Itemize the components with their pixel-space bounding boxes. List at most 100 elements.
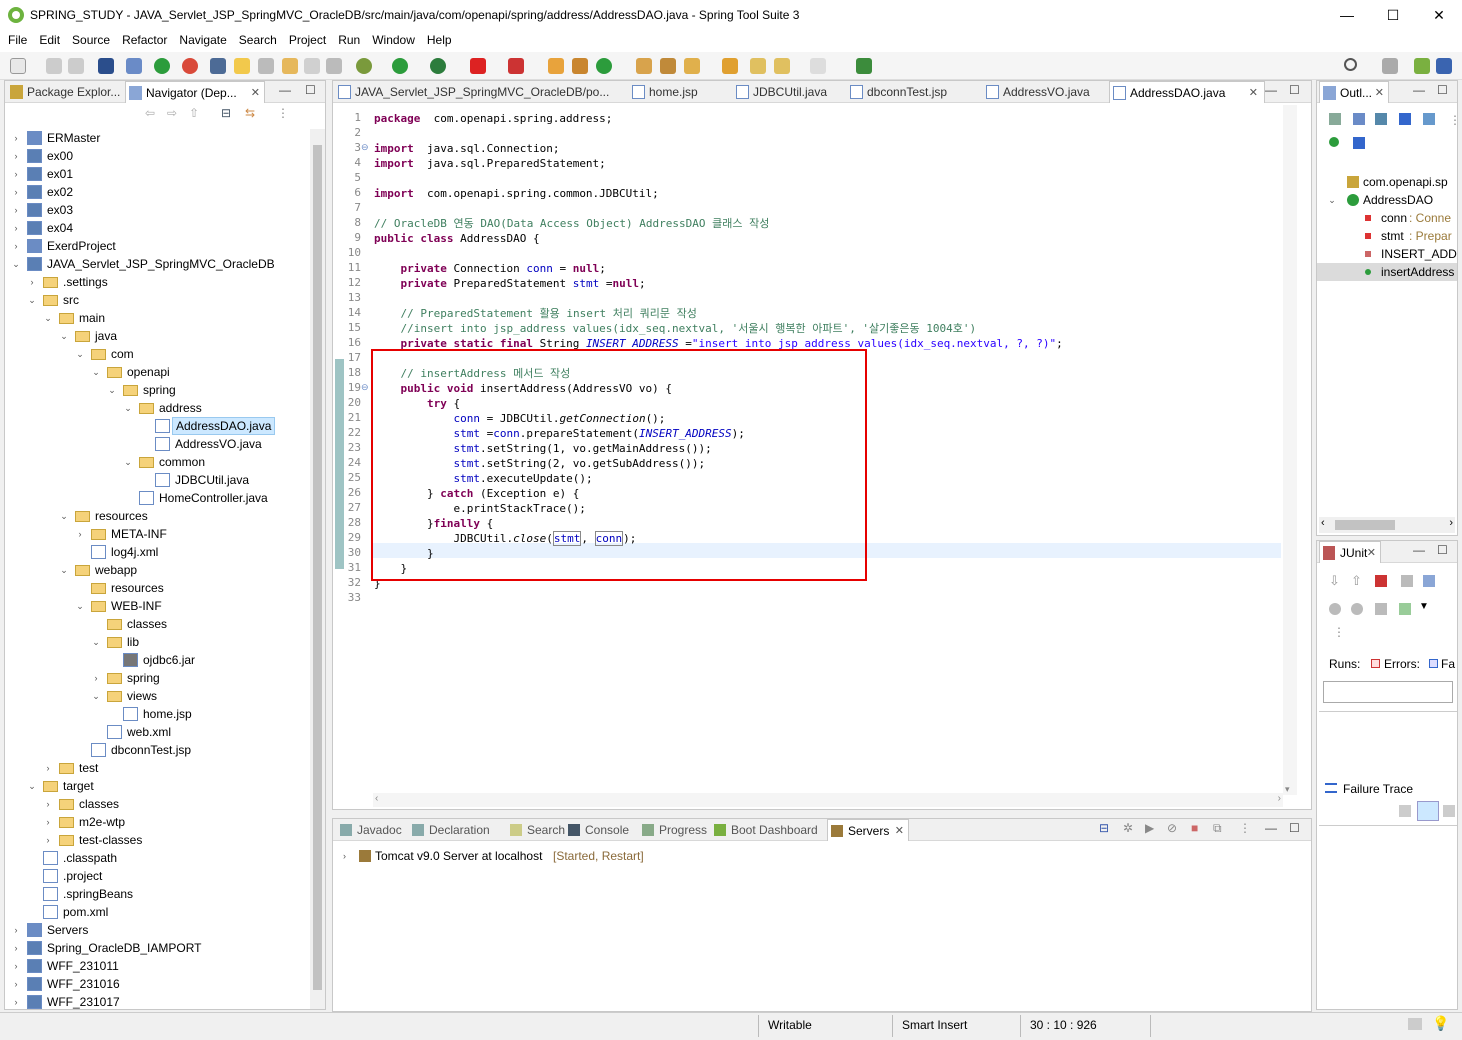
tree-item[interactable]: › WFF_231017: [5, 993, 309, 1009]
code-line[interactable]: // PreparedStatement 활용 insert 처리 쿼리문 작성: [374, 306, 696, 321]
tree-item[interactable]: › test: [5, 759, 309, 777]
view-menu-icon[interactable]: ⋮: [1333, 625, 1345, 639]
tree-item[interactable]: .project: [5, 867, 309, 885]
link-editor-icon[interactable]: [1353, 137, 1365, 149]
tree-item[interactable]: ojdbc6.jar: [5, 651, 309, 669]
annotation-icon[interactable]: [258, 58, 274, 74]
search-icon[interactable]: [1344, 58, 1357, 71]
outline-item[interactable]: insertAddress: [1317, 263, 1457, 281]
tree-item[interactable]: dbconnTest.jsp: [5, 741, 309, 759]
stop-server-icon[interactable]: ■: [1191, 821, 1198, 835]
tree-item[interactable]: › spring: [5, 669, 309, 687]
tree-item[interactable]: .springBeans: [5, 885, 309, 903]
tree-item[interactable]: home.jsp: [5, 705, 309, 723]
tree-item[interactable]: ⌄ main: [5, 309, 309, 327]
maximize-view-icon[interactable]: ☐: [1437, 83, 1448, 97]
editor-horizontal-scrollbar[interactable]: ‹ ›: [373, 793, 1283, 807]
tree-item[interactable]: › ERMaster: [5, 129, 309, 147]
tree-item[interactable]: ⌄ target: [5, 777, 309, 795]
tree-item[interactable]: .classpath: [5, 849, 309, 867]
tree-item[interactable]: › ex02: [5, 183, 309, 201]
outline-item[interactable]: com.openapi.sp: [1317, 173, 1457, 191]
run-icon[interactable]: [392, 58, 408, 74]
editor-tab[interactable]: home.jsp: [629, 81, 729, 103]
menu-window[interactable]: Window: [364, 30, 419, 47]
expand-arrow-icon[interactable]: ›: [11, 129, 21, 147]
tree-item[interactable]: ⌄ resources: [5, 507, 309, 525]
open-perspective-icon[interactable]: [1382, 58, 1398, 74]
tree-item[interactable]: ⌄ common: [5, 453, 309, 471]
maximize-button[interactable]: ☐: [1370, 0, 1416, 30]
sort-icon[interactable]: [1375, 113, 1387, 125]
show-whitespace-icon[interactable]: [326, 58, 342, 74]
publish-icon[interactable]: ⧉: [1213, 821, 1222, 836]
minimize-editor-icon[interactable]: —: [1265, 83, 1277, 97]
close-tab-icon[interactable]: ✕: [1367, 542, 1376, 564]
outline-scrollbar[interactable]: ‹ ›: [1319, 517, 1455, 533]
outline-item[interactable]: INSERT_ADD: [1317, 245, 1457, 263]
tree-item[interactable]: resources: [5, 579, 309, 597]
collapse-all-icon[interactable]: ⊟: [221, 106, 231, 120]
new-icon[interactable]: [10, 58, 26, 74]
tree-item[interactable]: › WFF_231016: [5, 975, 309, 993]
close-tab-icon[interactable]: ✕: [1249, 82, 1258, 104]
package-new-icon[interactable]: [548, 58, 564, 74]
menu-edit[interactable]: Edit: [31, 30, 64, 47]
collapse-arrow-icon[interactable]: ⌄: [91, 633, 101, 651]
block-select-icon[interactable]: [304, 58, 320, 74]
stop-test-icon[interactable]: [1375, 603, 1387, 615]
boot-start-icon[interactable]: [154, 58, 170, 74]
save-all-icon[interactable]: [68, 58, 84, 74]
expand-arrow-icon[interactable]: ›: [11, 957, 21, 975]
collapse-arrow-icon[interactable]: ⌄: [27, 291, 37, 309]
edit-icon[interactable]: [282, 58, 298, 74]
close-button[interactable]: ✕: [1416, 0, 1462, 30]
collapse-arrow-icon[interactable]: ⌄: [107, 381, 117, 399]
bottom-tab[interactable]: Search: [507, 819, 565, 841]
fold-icon[interactable]: ⊖: [361, 382, 369, 393]
tree-item[interactable]: ⌄ openapi: [5, 363, 309, 381]
skip-breakpoints-icon[interactable]: [126, 58, 142, 74]
bottom-tab[interactable]: Boot Dashboard: [711, 819, 825, 841]
tree-item[interactable]: › ex04: [5, 219, 309, 237]
collapse-arrow-icon[interactable]: ⌄: [75, 597, 85, 615]
expand-arrow-icon[interactable]: ›: [91, 669, 101, 687]
minimize-view-icon[interactable]: —: [279, 83, 291, 97]
menu-refactor[interactable]: Refactor: [114, 30, 171, 47]
tree-item[interactable]: › Spring_OracleDB_IAMPORT: [5, 939, 309, 957]
minimize-view-icon[interactable]: —: [1265, 821, 1277, 835]
menu-source[interactable]: Source: [64, 30, 114, 47]
tree-item[interactable]: › WFF_231011: [5, 957, 309, 975]
tree-item[interactable]: JDBCUtil.java: [5, 471, 309, 489]
maximize-view-icon[interactable]: ☐: [1289, 821, 1300, 835]
tree-item[interactable]: ⌄ spring: [5, 381, 309, 399]
spring-icon[interactable]: [182, 58, 198, 74]
code-line[interactable]: private PreparedStatement stmt =null;: [374, 276, 646, 291]
editor-vertical-scrollbar[interactable]: ▾: [1283, 105, 1297, 795]
hide-non-public-icon[interactable]: [1423, 113, 1435, 125]
code-line[interactable]: import java.sql.Connection;: [374, 141, 559, 156]
expand-icon[interactable]: ›: [343, 847, 346, 865]
tree-item[interactable]: ⌄ JAVA_Servlet_JSP_SpringMVC_OracleDB: [5, 255, 309, 273]
forward-icon[interactable]: [810, 58, 826, 74]
collapse-arrow-icon[interactable]: ⌄: [75, 345, 85, 363]
tab-package-explorer[interactable]: Package Explor...: [7, 81, 123, 103]
close-tab-icon[interactable]: ✕: [251, 82, 260, 104]
expand-arrow-icon[interactable]: ›: [11, 993, 21, 1009]
close-tab-icon[interactable]: ✕: [1375, 82, 1384, 104]
minimize-button[interactable]: —: [1324, 0, 1370, 30]
collapse-arrow-icon[interactable]: ⌄: [59, 327, 69, 345]
maximize-view-icon[interactable]: ☐: [1437, 543, 1448, 557]
collapse-arrow-icon[interactable]: ⌄: [59, 507, 69, 525]
next-failure-icon[interactable]: ⇩: [1329, 573, 1340, 589]
expand-arrow-icon[interactable]: ›: [11, 921, 21, 939]
tree-scrollbar[interactable]: [310, 129, 325, 1009]
tree-item[interactable]: › ex03: [5, 201, 309, 219]
expand-arrow-icon[interactable]: ›: [11, 165, 21, 183]
profile-server-icon[interactable]: ⊘: [1167, 821, 1177, 835]
tree-item[interactable]: › ex01: [5, 165, 309, 183]
minimize-view-icon[interactable]: —: [1413, 543, 1425, 557]
open-type-icon[interactable]: [210, 58, 226, 74]
scrollbar-thumb[interactable]: [313, 145, 322, 990]
expand-arrow-icon[interactable]: ›: [43, 813, 53, 831]
